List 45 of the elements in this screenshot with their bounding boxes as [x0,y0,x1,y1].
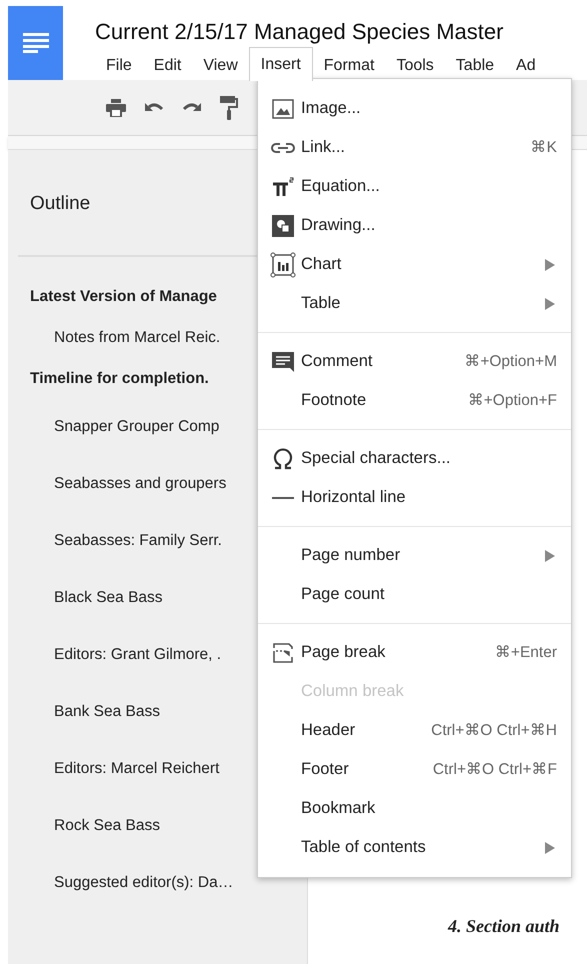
section-heading: 4. Section auth [448,915,561,938]
pi-icon [270,176,294,198]
shortcut-label: Ctrl+⌘O Ctrl+⌘F [432,760,557,780]
shortcut-label: Ctrl+⌘O Ctrl+⌘H [431,720,557,741]
image-icon [272,98,294,118]
menu-item[interactable]: Drawing... [258,206,571,245]
menu-bar-item[interactable]: File [95,48,143,81]
menu-item[interactable]: Chart [258,245,571,284]
menu-item[interactable]: Footer Ctrl+⌘O Ctrl+⌘F [258,750,571,789]
menu-item[interactable]: Page number [258,536,571,575]
chart-icon [270,252,296,278]
shortcut-label: ⌘+Enter [494,642,557,663]
horizontal-line-icon [272,496,294,498]
menu-item[interactable]: Page count [258,575,571,614]
outline-title: Outline [30,192,90,216]
shortcut-label: ⌘+Option+M [464,352,557,372]
docs-logo[interactable] [8,6,63,80]
menu-bar-item[interactable]: Insert [248,47,313,81]
menu-bar-item[interactable]: Format [312,48,386,81]
comment-icon [272,352,294,372]
document-title[interactable]: Current 2/15/17 Managed Species Master [95,18,547,46]
menu-bar-item[interactable]: Table [444,48,506,81]
menu-item[interactable]: Special characters... [258,439,571,478]
link-icon [270,142,294,154]
page-break-icon [272,642,292,662]
menu-bar-item[interactable]: Ad [505,48,547,81]
menu-item[interactable]: Table [258,284,571,323]
shortcut-label: ⌘+Option+F [468,390,557,411]
menu-item[interactable]: Page break ⌘+Enter [258,633,571,672]
paint-format-icon[interactable] [220,96,238,120]
menu-item[interactable]: Equation... [258,167,571,206]
menu-item[interactable]: Header Ctrl+⌘O Ctrl+⌘H [258,711,571,750]
omega-icon [272,448,294,470]
print-icon[interactable] [106,98,126,116]
menu-bar-item[interactable]: View [192,48,249,81]
drawing-icon [272,214,294,236]
menu-item[interactable]: Horizontal line [258,478,571,517]
document-icon [22,33,48,53]
menu-item[interactable]: Comment ⌘+Option+M [258,342,571,381]
menu-item[interactable]: Link... ⌘K [258,128,571,167]
shortcut-label: ⌘K [530,138,557,158]
menu-item[interactable]: Bookmark [258,789,571,828]
menu-item[interactable]: Footnote ⌘+Option+F [258,381,571,420]
menu-bar-item[interactable]: Edit [142,48,192,81]
menu-bar-item[interactable]: Tools [385,48,445,81]
